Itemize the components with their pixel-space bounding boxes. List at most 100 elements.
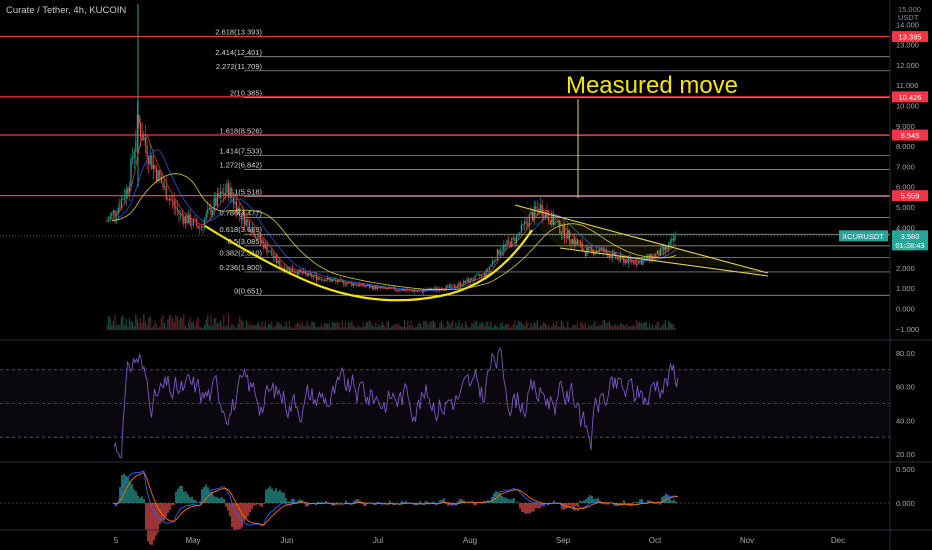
volume-bar	[488, 326, 490, 330]
candle-body	[252, 229, 254, 233]
volume-bar	[504, 324, 506, 330]
volume-bar	[461, 323, 463, 330]
volume-bar	[178, 320, 180, 330]
volume-bar	[368, 320, 370, 330]
candle-body	[125, 188, 127, 198]
macd-histogram-bar	[335, 502, 337, 503]
chart-background	[0, 0, 932, 550]
candle-body	[210, 207, 212, 215]
candle-body	[242, 212, 244, 220]
candle-body	[512, 237, 514, 239]
volume-bar	[242, 320, 244, 330]
volume-bar	[160, 317, 162, 330]
price-tick-8: 6.000	[896, 183, 915, 192]
candle-body	[106, 221, 108, 223]
volume-bar	[471, 322, 473, 330]
time-tick-6: Oct	[649, 536, 662, 545]
volume-bar	[108, 315, 110, 330]
macd-histogram-bar	[529, 503, 531, 514]
macd-histogram-bar	[511, 498, 513, 503]
volume-bar	[285, 322, 287, 330]
candle-body	[154, 164, 156, 170]
candle-body	[224, 192, 226, 196]
macd-histogram-bar	[169, 503, 171, 510]
chart-canvas[interactable]: 2.618(13.393) 2.414(12.401) 2.272(11.709) 2…	[0, 0, 932, 550]
volume-bar	[237, 323, 239, 330]
volume-bar	[106, 324, 108, 330]
volume-bar	[157, 327, 159, 330]
fib-label-2: 2.272(11.709)	[216, 62, 263, 71]
volume-bar	[546, 325, 548, 330]
volume-bar	[388, 321, 390, 330]
volume-bar	[631, 326, 633, 330]
volume-bar	[224, 326, 226, 330]
volume-bar	[434, 321, 436, 330]
volume-bar	[589, 325, 591, 330]
macd-histogram-bar	[255, 503, 257, 505]
volume-bar	[130, 321, 132, 330]
macd-histogram-bar	[563, 503, 565, 510]
volume-bar	[232, 324, 234, 330]
volume-bar	[402, 326, 404, 330]
price-tick-3: 11.000	[896, 81, 918, 90]
candle-body	[480, 274, 482, 277]
volume-bar	[269, 324, 271, 330]
volume-bar	[248, 325, 250, 330]
macd-histogram-bar	[195, 500, 197, 503]
volume-bar	[300, 325, 302, 330]
measured-move-label: Measured move	[566, 72, 738, 99]
macd-tick-0: 0.500	[896, 465, 915, 474]
volume-bar	[432, 320, 434, 330]
volume-bar	[604, 320, 606, 330]
macd-histogram-bar	[273, 490, 275, 503]
volume-bar	[616, 325, 618, 330]
volume-bar	[117, 324, 119, 330]
volume-bar	[362, 322, 364, 330]
volume-bar	[656, 322, 658, 330]
volume-bar	[268, 324, 270, 330]
fib-label-6: 1.272(6.842)	[219, 161, 262, 170]
macd-histogram-bar	[143, 498, 145, 503]
volume-bar	[536, 320, 538, 330]
candle-body	[319, 277, 321, 279]
macd-histogram-bar	[493, 493, 495, 503]
macd-histogram-bar	[589, 495, 591, 503]
candle-body	[223, 193, 225, 196]
volume-bar	[607, 322, 609, 330]
volume-bar	[175, 315, 177, 330]
volume-bar	[389, 327, 391, 330]
volume-bar	[612, 326, 614, 330]
candle-body	[168, 198, 170, 201]
price-tick-4: 10.000	[896, 102, 919, 111]
candle-body	[176, 208, 178, 211]
volume-bar	[428, 324, 430, 330]
volume-bar	[127, 326, 129, 330]
volume-bar	[581, 322, 583, 330]
candle-body	[320, 278, 322, 281]
volume-bar	[648, 323, 650, 330]
candle-body	[524, 221, 526, 225]
volume-bar	[149, 316, 151, 330]
volume-bar	[229, 327, 231, 330]
rsi-tick-1: 60.00	[896, 383, 915, 392]
macd-histogram-bar	[281, 492, 283, 503]
volume-bar	[132, 321, 134, 330]
volume-bar	[271, 321, 273, 330]
volume-bar	[524, 326, 526, 330]
symbol-title: Curate / Tether, 4h, KUCOIN	[6, 5, 127, 16]
candle-body	[268, 251, 270, 253]
candle-body	[184, 216, 186, 224]
volume-bar	[520, 322, 522, 330]
volume-bar	[184, 325, 186, 330]
candle-body	[504, 244, 506, 246]
volume-bar	[415, 326, 417, 330]
macd-histogram-bar	[127, 477, 129, 503]
volume-bar	[191, 322, 193, 330]
volume-bar	[375, 322, 377, 330]
candle-body	[149, 155, 151, 165]
volume-bar	[176, 316, 178, 330]
volume-bar	[490, 321, 492, 330]
volume-bar	[327, 323, 329, 330]
macd-histogram-bar	[243, 503, 245, 522]
candle-body	[239, 207, 241, 214]
